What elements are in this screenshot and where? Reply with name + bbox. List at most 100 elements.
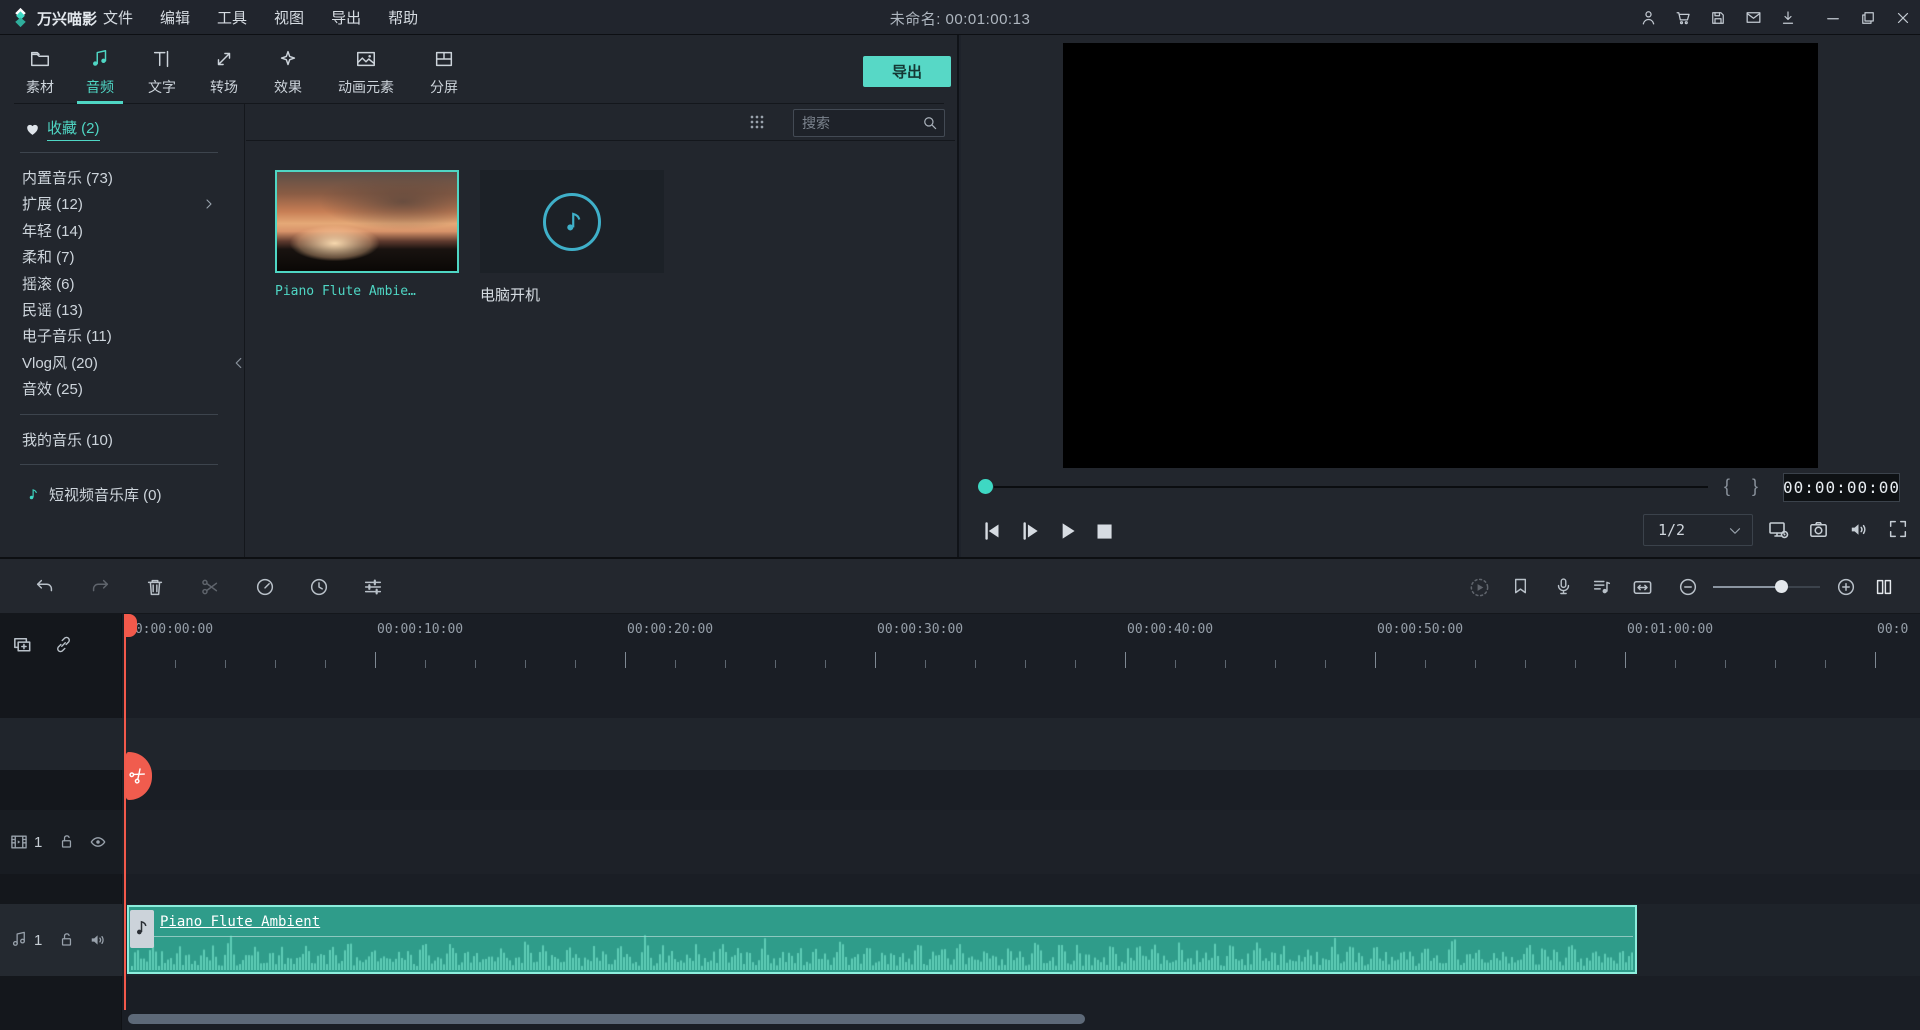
- mark-in-icon[interactable]: {: [1724, 476, 1730, 497]
- download-icon[interactable]: [1777, 7, 1799, 29]
- chevron-right-icon: [201, 196, 217, 212]
- lock-track-icon[interactable]: [57, 832, 77, 852]
- timeline-ruler[interactable]: 00:00:00:0000:00:10:0000:00:20:0000:00:3…: [0, 614, 1920, 672]
- fullscreen-icon[interactable]: [1887, 518, 1911, 542]
- menu-item[interactable]: 工具: [217, 7, 247, 28]
- ruler-tick: [1275, 660, 1276, 668]
- tab-effects[interactable]: 效果: [262, 35, 314, 104]
- zoom-in-icon[interactable]: [1835, 576, 1857, 598]
- ruler-timecode-label: 00:00:20:00: [627, 622, 713, 637]
- render-preview-icon[interactable]: [1468, 576, 1490, 598]
- link-icon[interactable]: [53, 634, 75, 656]
- speed-icon[interactable]: [254, 576, 276, 598]
- adjust-sliders-icon[interactable]: [362, 576, 384, 598]
- audio-mixer-icon[interactable]: [1591, 576, 1613, 598]
- tab-media[interactable]: 素材: [14, 35, 66, 104]
- snapshot-camera-icon[interactable]: [1807, 518, 1831, 542]
- sidebar-item-my-music[interactable]: 我的音乐 (10): [22, 429, 113, 450]
- menu-item[interactable]: 视图: [274, 7, 304, 28]
- fit-timeline-icon[interactable]: [1631, 576, 1653, 598]
- sidebar-category[interactable]: 音效 (25): [0, 377, 245, 403]
- tab-text[interactable]: 文字: [136, 35, 188, 104]
- sidebar-category[interactable]: 民谣 (13): [0, 298, 245, 324]
- account-icon[interactable]: [1637, 7, 1659, 29]
- collapse-sidebar-icon[interactable]: [234, 356, 242, 370]
- next-frame-button[interactable]: [1016, 518, 1042, 544]
- tab-audio[interactable]: 音频: [74, 35, 126, 104]
- duration-clock-icon[interactable]: [308, 576, 330, 598]
- layout-toggle-icon[interactable]: [1873, 576, 1895, 598]
- playhead-line[interactable]: [124, 614, 126, 1010]
- mark-out-icon[interactable]: }: [1752, 476, 1758, 497]
- display-settings-icon[interactable]: [1767, 518, 1791, 542]
- mail-icon[interactable]: [1742, 7, 1764, 29]
- save-icon[interactable]: [1707, 7, 1729, 29]
- preview-seekbar[interactable]: [994, 486, 1708, 488]
- ruler-tick: [1525, 660, 1526, 668]
- sidebar-category[interactable]: Vlog风 (20): [0, 351, 245, 377]
- grid-view-icon[interactable]: [747, 112, 767, 132]
- mute-track-speaker-icon[interactable]: [88, 930, 108, 950]
- tab-splitscreen[interactable]: 分屏: [418, 35, 470, 104]
- timeline-zoom-handle[interactable]: [1775, 580, 1788, 593]
- zoom-out-icon[interactable]: [1677, 576, 1699, 598]
- library-item-thumbnail[interactable]: [275, 170, 459, 273]
- timeline-horizontal-scrollbar[interactable]: [128, 1014, 1085, 1024]
- library-item-audio[interactable]: [480, 170, 664, 273]
- seekbar-handle[interactable]: [978, 479, 993, 494]
- audio-clip[interactable]: Piano Flute Ambient: [127, 905, 1637, 974]
- add-track-icon[interactable]: [11, 634, 33, 656]
- playhead-handle[interactable]: [126, 614, 137, 637]
- timeline-drop-zone: [0, 718, 1920, 770]
- ruler-tick: [1575, 660, 1576, 668]
- cart-icon[interactable]: [1672, 7, 1694, 29]
- menu-item[interactable]: 导出: [331, 7, 361, 28]
- undo-icon[interactable]: [34, 576, 56, 598]
- ruler-tick: [1825, 660, 1826, 668]
- ruler-tick: [1675, 660, 1676, 668]
- ruler-tick: [1625, 652, 1626, 668]
- audio-file-icon: [543, 193, 601, 251]
- sidebar-category[interactable]: 柔和 (7): [0, 245, 245, 271]
- export-button[interactable]: 导出: [863, 56, 951, 87]
- sidebar-category[interactable]: 年轻 (14): [0, 219, 245, 245]
- search-box: [793, 109, 945, 137]
- delete-icon[interactable]: [144, 576, 166, 598]
- sidebar-category[interactable]: 摇滚 (6): [0, 272, 245, 298]
- ruler-tick: [1775, 660, 1776, 668]
- sidebar-item-favorites[interactable]: 收藏 (2): [24, 116, 100, 142]
- audio-category-sidebar: 收藏 (2) 内置音乐 (73) 扩展 (12) 年轻 (14) 柔和 (7): [0, 104, 245, 557]
- preview-quality-dropdown[interactable]: 1/2: [1643, 514, 1753, 546]
- video-viewport: [1063, 43, 1818, 468]
- sidebar-category[interactable]: 电子音乐 (11): [0, 324, 245, 350]
- stop-button[interactable]: [1091, 518, 1117, 544]
- maximize-button[interactable]: [1857, 7, 1879, 29]
- tab-transitions[interactable]: 转场: [198, 35, 250, 104]
- redo-icon[interactable]: [89, 576, 111, 598]
- volume-icon[interactable]: [1847, 518, 1871, 542]
- sidebar-item-short-video-library[interactable]: 短视频音乐库 (0): [26, 484, 162, 505]
- project-title: 未命名: 00:01:00:13: [890, 8, 1031, 29]
- minimize-button[interactable]: [1822, 7, 1844, 29]
- split-scissors-icon[interactable]: [199, 576, 221, 598]
- toggle-visibility-eye-icon[interactable]: [88, 832, 108, 852]
- menu-item[interactable]: 文件: [103, 7, 133, 28]
- ruler-tick: [1325, 660, 1326, 668]
- video-track-lane[interactable]: [0, 810, 1920, 874]
- timeline-zoom-slider[interactable]: [1713, 586, 1820, 588]
- voiceover-mic-icon[interactable]: [1553, 576, 1575, 598]
- preview-timecode[interactable]: 00:00:00:00: [1783, 473, 1900, 502]
- previous-frame-button[interactable]: [979, 518, 1005, 544]
- marker-icon[interactable]: [1510, 576, 1532, 598]
- lock-track-icon[interactable]: [57, 930, 77, 950]
- sidebar-category[interactable]: 内置音乐 (73): [0, 166, 245, 192]
- play-button[interactable]: [1054, 518, 1080, 544]
- menu-item[interactable]: 帮助: [388, 7, 418, 28]
- close-button[interactable]: [1892, 7, 1914, 29]
- search-icon[interactable]: [921, 114, 939, 132]
- sidebar-category[interactable]: 扩展 (12): [0, 192, 245, 218]
- menu-item[interactable]: 编辑: [160, 7, 190, 28]
- search-input[interactable]: [802, 111, 920, 135]
- ruler-tick: [975, 660, 976, 668]
- tab-elements[interactable]: 动画元素: [322, 35, 410, 104]
